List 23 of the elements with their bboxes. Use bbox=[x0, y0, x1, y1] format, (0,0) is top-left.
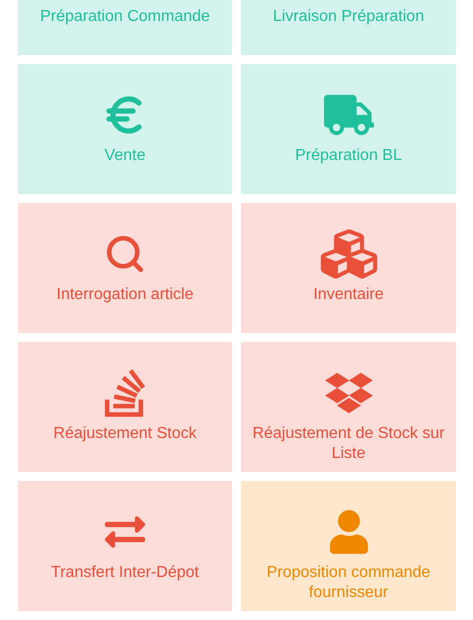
menu-tile[interactable]: Livraison Préparation bbox=[241, 0, 456, 55]
person-icon bbox=[330, 509, 368, 555]
menu-tile[interactable]: Transfert Inter-Dépot bbox=[18, 481, 232, 611]
tile-label: Transfert Inter-Dépot bbox=[51, 563, 199, 583]
truck-icon bbox=[324, 94, 374, 136]
menu-tile[interactable]: Vente bbox=[18, 64, 232, 194]
menu-tile[interactable]: Réajustement Stock bbox=[18, 342, 232, 472]
search-icon bbox=[104, 233, 146, 275]
menu-tile[interactable]: Réajustement de Stock sur Liste bbox=[241, 342, 456, 472]
tile-label: Réajustement Stock bbox=[53, 424, 197, 444]
tile-label: Préparation Commande bbox=[40, 7, 210, 27]
tile-label: Réajustement de Stock sur Liste bbox=[251, 424, 446, 464]
tile-label: Préparation BL bbox=[295, 146, 402, 166]
menu-tile[interactable]: Inventaire bbox=[241, 203, 456, 333]
tile-label: Vente bbox=[104, 146, 146, 166]
menu-tile[interactable]: Proposition commande fournisseur bbox=[241, 481, 456, 611]
menu-tile[interactable]: Préparation BL bbox=[241, 64, 456, 194]
tile-label: Livraison Préparation bbox=[272, 7, 424, 27]
menu-tile[interactable]: Interrogation article bbox=[18, 203, 232, 333]
menu-tile[interactable]: Préparation Commande bbox=[18, 0, 232, 55]
tile-label: Proposition commande fournisseur bbox=[266, 563, 432, 603]
tile-label: Interrogation article bbox=[56, 285, 194, 305]
tile-label: Inventaire bbox=[313, 285, 384, 305]
